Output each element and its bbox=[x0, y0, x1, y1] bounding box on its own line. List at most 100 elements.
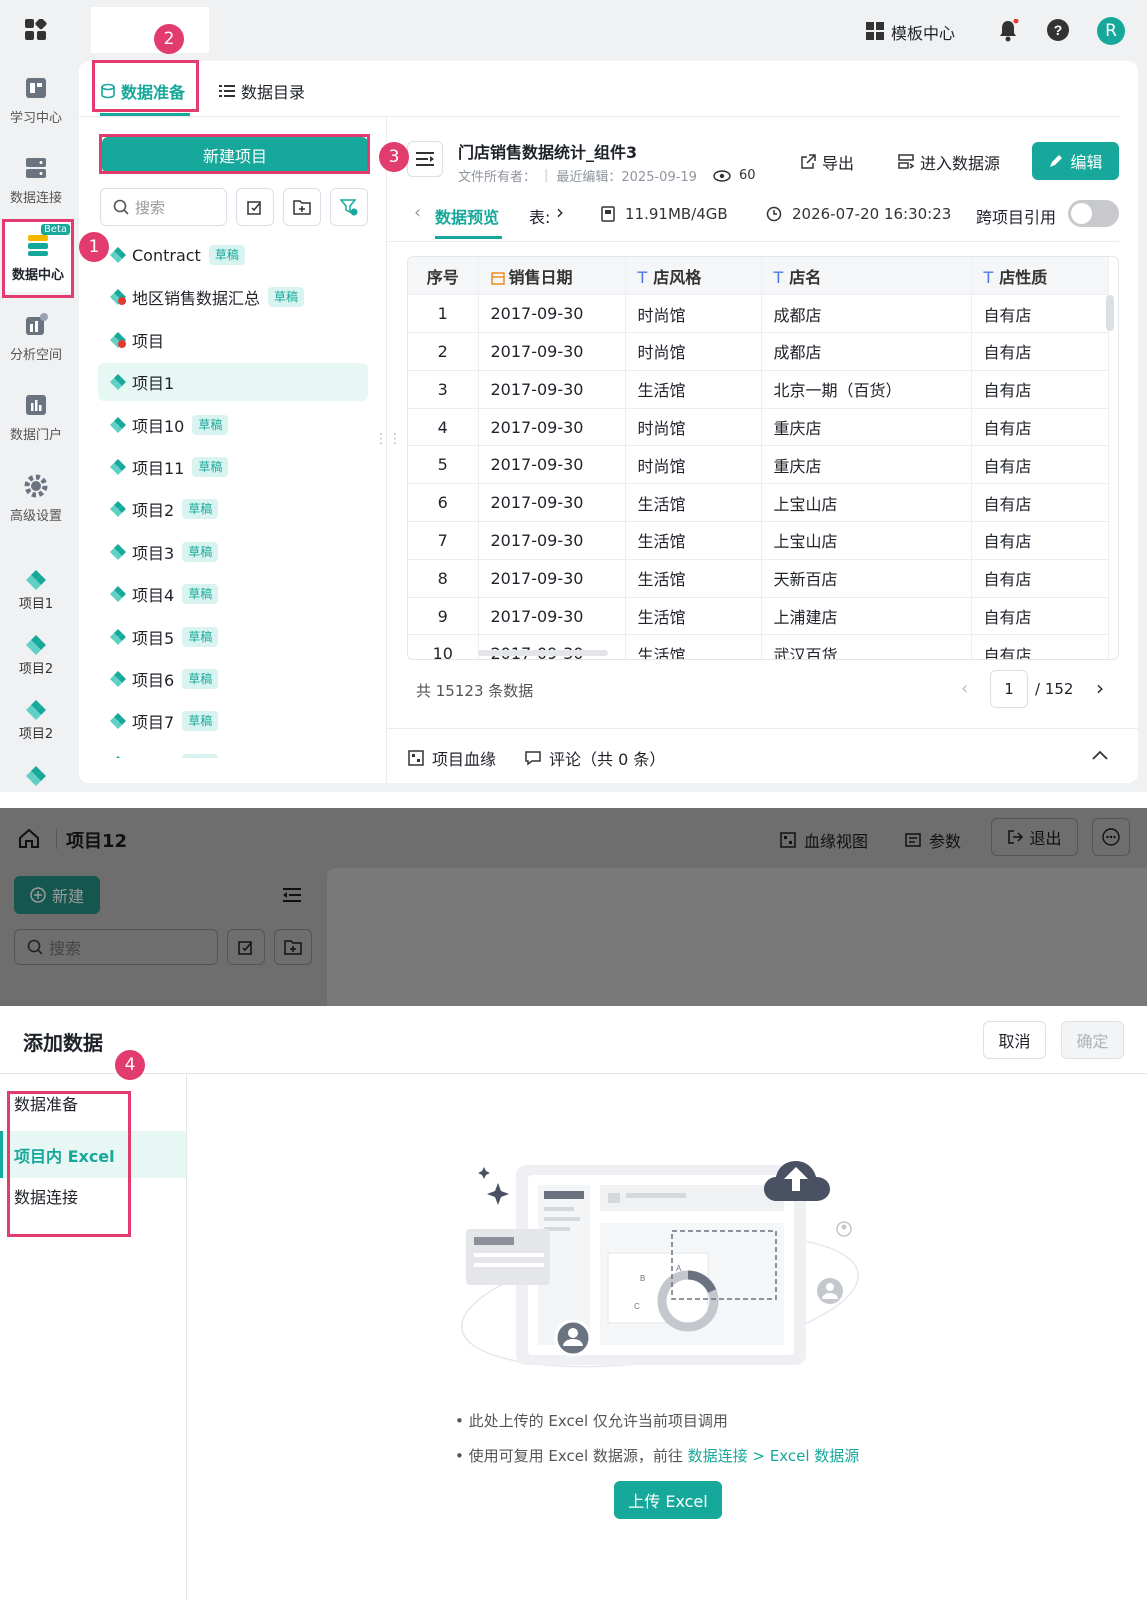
tree-item-label: 项目10 bbox=[132, 416, 185, 436]
tree-item-label: 项目2 bbox=[132, 501, 175, 521]
help-icon[interactable]: ? bbox=[1047, 19, 1069, 41]
text-type-icon: T bbox=[773, 267, 784, 287]
table-cell: 8 bbox=[408, 559, 479, 598]
tree-item[interactable]: 项目6 草稿 bbox=[98, 660, 368, 698]
upload-excel-button[interactable]: 上传 Excel bbox=[614, 1481, 722, 1519]
project-diamond-icon bbox=[110, 331, 126, 348]
tree-item[interactable]: 项目 bbox=[98, 321, 368, 359]
table-row: 9 2017-09-30 生活馆 上浦建店 自有店 bbox=[408, 597, 1109, 636]
params-button[interactable]: 参数 bbox=[905, 828, 961, 852]
table-cell: 自有店 bbox=[971, 332, 1109, 371]
update-time: 2026-07-20 16:30:23 bbox=[766, 205, 951, 223]
bottom-search-input[interactable]: 搜索 bbox=[14, 929, 218, 965]
project-diamond-icon bbox=[110, 374, 126, 391]
text-type-icon: T bbox=[637, 267, 648, 287]
column-header[interactable]: 销售日期 bbox=[478, 257, 626, 296]
table-cell: 时尚馆 bbox=[625, 445, 762, 485]
eye-icon bbox=[713, 169, 731, 182]
exit-button[interactable]: 退出 bbox=[991, 818, 1078, 856]
separator bbox=[0, 792, 1147, 808]
table-cell: 3 bbox=[408, 370, 479, 409]
home-icon[interactable] bbox=[18, 828, 40, 848]
comments-tab[interactable]: 评论（共 0 条） bbox=[525, 746, 665, 770]
template-icon bbox=[866, 22, 884, 40]
table-cell: 2017-09-30 bbox=[478, 408, 626, 447]
more-button[interactable] bbox=[1092, 818, 1130, 856]
enter-source-button[interactable]: 进入数据源 bbox=[898, 150, 1000, 174]
table-cell: 7 bbox=[408, 521, 479, 560]
project-diamond-icon[interactable] bbox=[25, 765, 47, 787]
export-button[interactable]: 导出 bbox=[800, 150, 854, 174]
resize-handle[interactable]: ⋮⋮ bbox=[374, 432, 402, 456]
table-cell: 自有店 bbox=[971, 559, 1109, 598]
column-header[interactable]: T 店性质 bbox=[971, 257, 1109, 296]
next-tab-chevron[interactable]: › bbox=[556, 200, 564, 224]
tree-item[interactable]: 项目2 草稿 bbox=[98, 490, 368, 528]
pencil-icon bbox=[1050, 155, 1063, 167]
column-header[interactable]: 序号 bbox=[408, 257, 479, 296]
text-type-icon: T bbox=[983, 267, 994, 287]
cross-project-toggle[interactable] bbox=[1068, 200, 1119, 227]
bottom-folder-button[interactable] bbox=[274, 929, 312, 965]
edit-button[interactable]: 编辑 bbox=[1032, 142, 1119, 180]
lineage-view-button[interactable]: 血缘视图 bbox=[780, 828, 868, 852]
highlight-new-project bbox=[99, 134, 370, 174]
data-table: 序号 销售日期 T 店风格 T 店名 T 店性质 1 2017-09-30 时尚馆 成都店 自有店 2 20… bbox=[407, 256, 1119, 660]
draft-badge: 草稿 bbox=[182, 669, 219, 689]
table-cell: 自有店 bbox=[971, 445, 1109, 485]
table-cell: 2 bbox=[408, 332, 479, 371]
table-cell: 成都店 bbox=[761, 332, 972, 371]
prev-tab-chevron[interactable]: ‹ bbox=[414, 202, 421, 223]
tree-item[interactable]: 项目4 草稿 bbox=[98, 575, 368, 613]
table-cell: 天新百店 bbox=[761, 559, 972, 598]
table-cell: 生活馆 bbox=[625, 597, 762, 636]
tree-item[interactable]: 项目11 草稿 bbox=[98, 448, 368, 486]
table-vscroll[interactable] bbox=[1106, 295, 1114, 331]
lineage-tab[interactable]: 项目血缘 bbox=[408, 746, 496, 770]
avatar[interactable]: R bbox=[1097, 17, 1125, 45]
column-header[interactable]: T 店名 bbox=[761, 257, 972, 296]
tree-item-label: 地区销售数据汇总 bbox=[132, 289, 261, 309]
storage-icon bbox=[601, 206, 615, 222]
toggle-outline-button[interactable] bbox=[407, 141, 443, 177]
tree-item[interactable]: 项目1 bbox=[98, 363, 368, 402]
table-cell: 上浦建店 bbox=[761, 597, 972, 636]
exit-icon bbox=[1008, 830, 1024, 844]
tree-item[interactable]: 地区销售数据汇总 草稿 bbox=[98, 278, 368, 316]
tree-item-label: Contract bbox=[132, 245, 201, 265]
draft-badge: 草稿 bbox=[182, 626, 219, 647]
bell-icon[interactable] bbox=[997, 19, 1019, 43]
new-button[interactable]: 新建 bbox=[14, 876, 100, 914]
project-diamond-icon bbox=[110, 416, 126, 433]
table-cell: 自有店 bbox=[971, 597, 1109, 636]
table-cell: 2017-09-30 bbox=[478, 597, 626, 636]
collapse-icon[interactable] bbox=[1092, 750, 1108, 760]
comment-icon bbox=[525, 751, 541, 766]
bottom-batch-button[interactable] bbox=[227, 929, 265, 965]
excel-source-link[interactable]: 数据连接 > Excel 数据源 bbox=[688, 1447, 860, 1465]
date-icon bbox=[490, 271, 505, 285]
column-header[interactable]: T 店风格 bbox=[625, 257, 762, 296]
table-cell: 上宝山店 bbox=[761, 483, 972, 523]
source-icon bbox=[898, 154, 914, 169]
table-cell: 自有店 bbox=[971, 521, 1109, 560]
prev-page-button[interactable]: ‹ bbox=[961, 678, 968, 699]
tree-item[interactable]: Contract 草稿 bbox=[98, 236, 368, 274]
tree-item[interactable]: 项目3 草稿 bbox=[98, 533, 368, 571]
tree-item[interactable]: 项目5 草稿 bbox=[98, 618, 368, 656]
collapse-tree-icon[interactable] bbox=[283, 888, 301, 902]
dimmed-canvas bbox=[327, 868, 1147, 1006]
tab-table[interactable]: 表: bbox=[529, 204, 550, 228]
total-count: 共 15123 条数据 bbox=[416, 682, 534, 700]
next-page-button[interactable]: › bbox=[1096, 676, 1104, 700]
tab-data-preview[interactable]: 数据预览 bbox=[435, 204, 499, 228]
confirm-button[interactable]: 确定 bbox=[1061, 1021, 1124, 1059]
tree-item[interactable]: 项目7 草稿 bbox=[98, 702, 368, 740]
template-center-link[interactable]: 模板中心 bbox=[891, 20, 955, 44]
tree-item[interactable]: 项目10 草稿 bbox=[98, 406, 368, 444]
cancel-button[interactable]: 取消 bbox=[983, 1021, 1046, 1059]
table-hscroll[interactable] bbox=[478, 650, 608, 656]
note-1: • 此处上传的 Excel 仅允许当前项目调用 bbox=[455, 1412, 728, 1430]
page-input[interactable]: 1 bbox=[990, 670, 1028, 708]
add-data-dialog: 添加数据 取消 确定 数据准备 项目内 Excel 数据连接 4 A B C • bbox=[0, 1006, 1147, 1600]
